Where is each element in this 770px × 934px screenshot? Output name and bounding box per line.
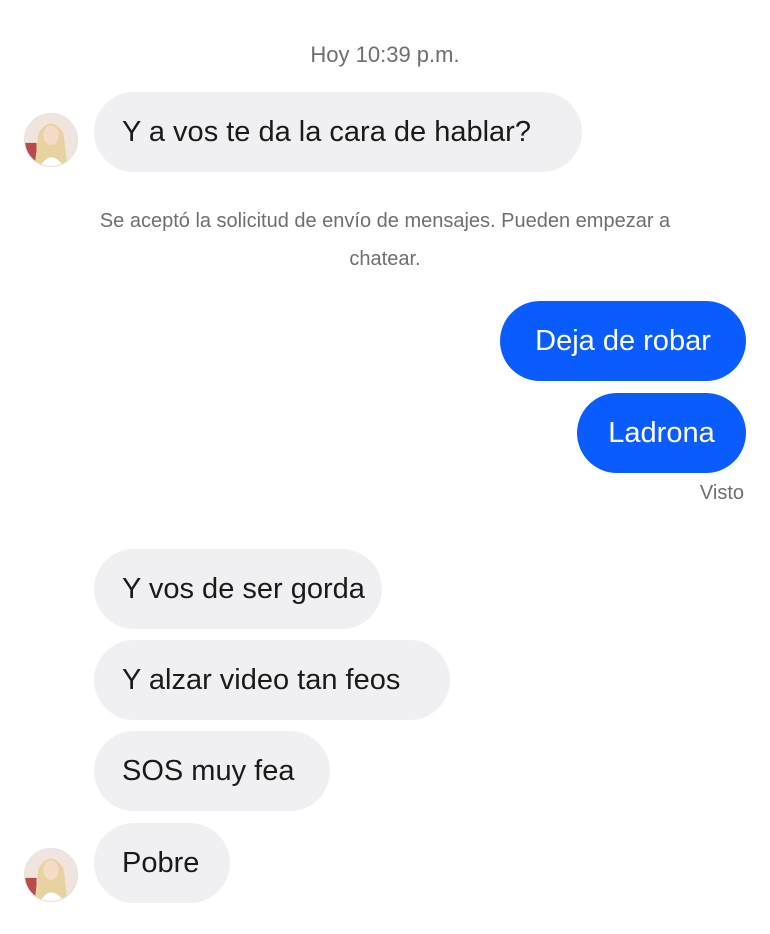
contact-avatar[interactable] (24, 113, 78, 167)
message-bubble-outgoing[interactable]: Ladrona (577, 393, 746, 473)
message-text: Y alzar video tan feos (122, 664, 401, 696)
seen-status: Visto (699, 482, 744, 504)
message-text: Deja de robar (535, 325, 711, 357)
avatar-photo-icon (25, 114, 77, 166)
message-bubble-incoming[interactable]: Y vos de ser gorda (94, 549, 382, 629)
message-request-accepted-notice: Se aceptó la solicitud de envío de mensa… (99, 210, 671, 270)
message-bubble-incoming[interactable]: Pobre (94, 823, 230, 903)
avatar-photo-icon (25, 849, 77, 901)
contact-avatar[interactable] (24, 848, 78, 902)
message-bubble-incoming[interactable]: SOS muy fea (94, 731, 330, 811)
message-bubble-incoming[interactable]: Y alzar video tan feos (94, 640, 450, 720)
message-text: Y a vos te da la cara de hablar? (122, 116, 531, 148)
message-text: Y vos de ser gorda (122, 573, 365, 605)
message-bubble-incoming[interactable]: Y a vos te da la cara de hablar? (94, 92, 582, 172)
message-text: Ladrona (608, 417, 715, 449)
message-text: SOS muy fea (122, 755, 295, 787)
message-text: Pobre (122, 847, 200, 879)
message-bubble-outgoing[interactable]: Deja de robar (500, 301, 746, 381)
message-timestamp: Hoy 10:39 p.m. (310, 42, 460, 67)
